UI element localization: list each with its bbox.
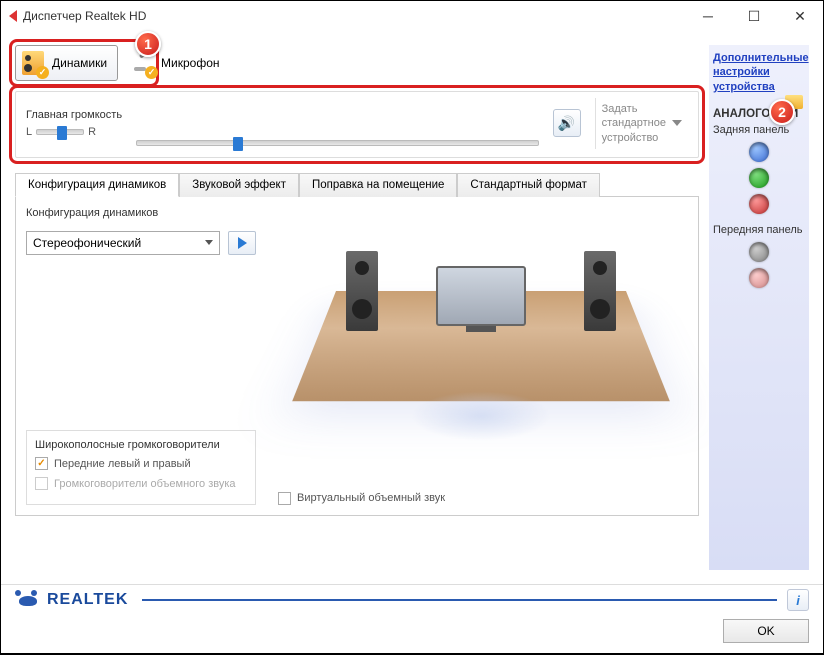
- tv-icon: [436, 266, 526, 326]
- balance-right-label: R: [88, 126, 96, 138]
- check-icon: ✓: [145, 66, 158, 79]
- surround-label: Громкоговорители объемного звука: [54, 477, 236, 491]
- realtek-logo: REALTEK: [15, 590, 128, 610]
- sound-icon: 🔊: [558, 115, 575, 132]
- tab-room-correction[interactable]: Поправка на помещение: [299, 173, 457, 197]
- tab-default-format[interactable]: Стандартный формат: [457, 173, 600, 197]
- play-icon: [238, 237, 247, 249]
- device-tab-speakers[interactable]: ✓ Динамики: [15, 45, 118, 81]
- virtual-surround-checkbox[interactable]: [278, 492, 291, 505]
- chevron-down-icon: [672, 120, 682, 126]
- jack-rear-blue[interactable]: [749, 142, 769, 162]
- jack-front-1[interactable]: [749, 242, 769, 262]
- titlebar: Диспетчер Realtek HD ─ ☐ ✕: [1, 1, 823, 31]
- rear-panel-label: Задняя панель: [713, 124, 805, 136]
- speaker-config-value: Стереофонический: [33, 236, 141, 250]
- realtek-crab-icon: [15, 590, 41, 610]
- side-panel: Дополнительные настройки устройства 2 АН…: [709, 45, 809, 570]
- divider: [142, 599, 777, 601]
- jack-rear-green[interactable]: [749, 168, 769, 188]
- surround-checkbox: [35, 477, 48, 490]
- brand-label: REALTEK: [47, 591, 128, 609]
- config-tabs: Конфигурация динамиков Звуковой эффект П…: [15, 172, 699, 196]
- default-device-line: устройство: [602, 131, 666, 145]
- annotation-badge-2: 2: [769, 99, 795, 125]
- tab-sound-effect[interactable]: Звуковой эффект: [179, 173, 299, 197]
- jack-front-2[interactable]: [749, 268, 769, 288]
- advanced-settings-link[interactable]: Дополнительные настройки устройства: [713, 51, 805, 94]
- info-button[interactable]: i: [787, 589, 809, 611]
- front-lr-label: Передние левый и правый: [54, 457, 191, 471]
- check-icon: ✓: [36, 66, 49, 79]
- speaker-stage: [274, 207, 688, 486]
- default-device-line: Задать: [602, 102, 666, 116]
- close-button[interactable]: ✕: [777, 1, 823, 31]
- speaker-right-icon[interactable]: [584, 251, 616, 331]
- window-title: Диспетчер Realtek HD: [23, 9, 685, 23]
- ok-button[interactable]: OK: [723, 619, 809, 643]
- balance-slider[interactable]: [36, 129, 84, 135]
- set-default-device-dropdown[interactable]: Задать стандартное устройство: [595, 98, 688, 149]
- config-panel: Конфигурация динамиков Стереофонический …: [15, 196, 699, 516]
- speaker-config-label: Конфигурация динамиков: [26, 207, 256, 219]
- test-play-button[interactable]: [228, 231, 256, 255]
- mute-button[interactable]: 🔊: [553, 109, 581, 137]
- footer: REALTEK i: [1, 584, 823, 619]
- back-icon[interactable]: [9, 10, 17, 22]
- speaker-config-select[interactable]: Стереофонический: [26, 231, 220, 255]
- default-device-line: стандартное: [602, 116, 666, 130]
- front-panel-label: Передняя панель: [713, 224, 805, 236]
- maximize-button[interactable]: ☐: [731, 1, 777, 31]
- chevron-down-icon: [205, 240, 213, 245]
- jack-rear-red[interactable]: [749, 194, 769, 214]
- device-tabs: 1 ✓ Динамики ✓ Микрофон: [15, 45, 699, 81]
- tab-speaker-config[interactable]: Конфигурация динамиков: [15, 173, 179, 197]
- front-lr-checkbox[interactable]: ✓: [35, 457, 48, 470]
- device-tab-microphone-label: Микрофон: [161, 56, 219, 70]
- virtual-surround-label: Виртуальный объемный звук: [297, 492, 445, 504]
- wideband-title: Широкополосные громкоговорители: [35, 439, 247, 451]
- annotation-badge-1: 1: [135, 31, 161, 57]
- speaker-left-icon[interactable]: [346, 251, 378, 331]
- volume-label: Главная громкость: [26, 109, 122, 121]
- wideband-group: Широкополосные громкоговорители ✓ Передн…: [26, 430, 256, 505]
- minimize-button[interactable]: ─: [685, 1, 731, 31]
- device-tab-speakers-label: Динамики: [52, 56, 107, 70]
- speakers-icon: ✓: [20, 50, 46, 76]
- volume-slider[interactable]: [136, 140, 539, 146]
- balance-left-label: L: [26, 126, 32, 138]
- main-volume-panel: Главная громкость L R 🔊: [15, 91, 699, 158]
